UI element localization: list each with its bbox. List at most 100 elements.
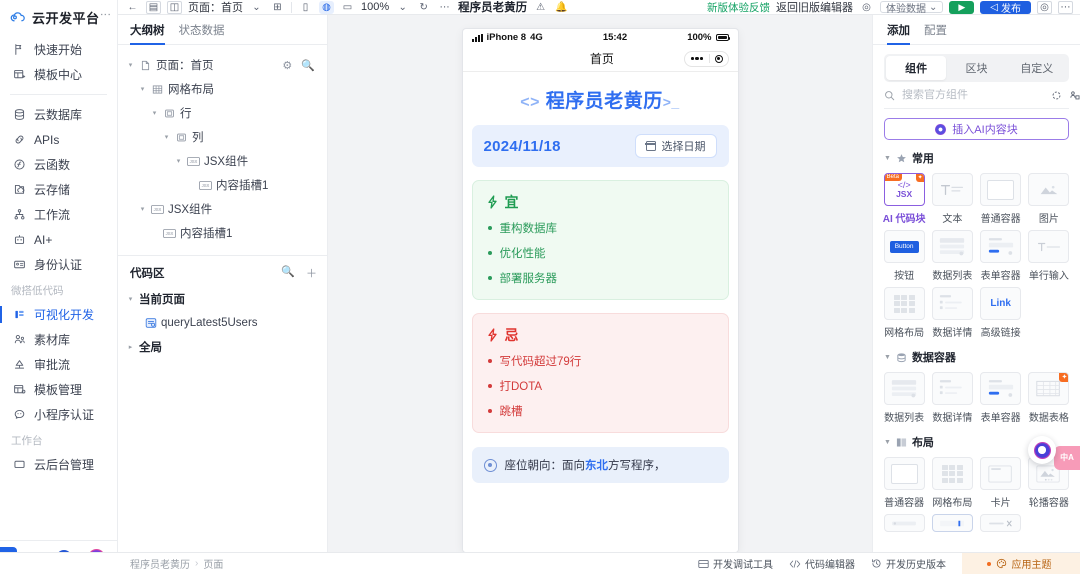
tree-node-content-slot-2[interactable]: ▾ JSX 内容插槽1 xyxy=(118,221,327,245)
tree-node-jsx-component[interactable]: ▾ JSX JSX组件 xyxy=(118,149,327,173)
sidebar-item-identity[interactable]: 身份认证 xyxy=(0,252,117,277)
back-to-old-editor-link[interactable]: 返回旧版编辑器 xyxy=(776,0,853,14)
feedback-link[interactable]: 新版体验反馈 xyxy=(707,0,770,14)
breadcrumb-page[interactable]: 页面 xyxy=(203,556,223,571)
arrow-left-icon[interactable]: ← xyxy=(125,1,140,14)
tree-node-row[interactable]: ▾ 行 xyxy=(118,101,327,125)
chevron-right-icon[interactable]: ▸ xyxy=(126,343,135,351)
segment-custom[interactable]: 自定义 xyxy=(1007,56,1067,80)
tab-config[interactable]: 配置 xyxy=(924,22,947,44)
sidebar-item-quickstart[interactable]: 快速开始 xyxy=(0,37,117,62)
component-button[interactable]: Button 按钮 xyxy=(881,229,927,282)
code-node-query[interactable]: queryLatest5Users xyxy=(118,311,327,335)
experience-data-select[interactable]: 体验数据 ⌄ xyxy=(879,1,944,14)
component-partial-2[interactable] xyxy=(929,513,975,532)
component-manage-icon[interactable] xyxy=(1069,90,1080,101)
component-image[interactable]: 图片 xyxy=(1026,172,1072,225)
component-ai-code-block[interactable]: Beta ✦ </> JSX AI 代码块 xyxy=(881,172,927,225)
component-container[interactable]: 普通容器 xyxy=(978,172,1024,225)
sidebar-item-approval[interactable]: 审批流 xyxy=(0,352,117,377)
sidebar-item-template-center[interactable]: 模板中心 xyxy=(0,62,117,87)
chevron-down-icon[interactable]: ▾ xyxy=(162,133,171,141)
component-partial-3[interactable] xyxy=(978,513,1024,532)
chevron-down-icon[interactable]: ▼ xyxy=(884,155,891,162)
insert-ai-block-button[interactable]: 插入AI内容块 xyxy=(884,118,1069,140)
apply-theme-button[interactable]: 应用主题 xyxy=(962,552,1080,574)
component-card[interactable]: 卡片 xyxy=(978,456,1024,509)
code-node-global[interactable]: ▸ 全局 xyxy=(118,335,327,359)
more-vertical-icon[interactable]: ⋮ xyxy=(99,9,111,20)
search-input[interactable] xyxy=(902,89,1044,101)
more-horizontal-icon[interactable]: ⋯ xyxy=(437,1,452,14)
chevron-down-icon[interactable]: ▾ xyxy=(138,205,147,213)
sidebar-item-workflow[interactable]: 工作流 xyxy=(0,202,117,227)
outline-panel-icon[interactable]: ▤ xyxy=(146,0,161,14)
section-header-common[interactable]: ▼ 常用 xyxy=(873,140,1080,172)
sidebar-item-ai-plus[interactable]: AI+ xyxy=(0,227,117,252)
split-panel-icon[interactable]: ◫ xyxy=(167,0,182,14)
sidebar-item-apis[interactable]: APIs xyxy=(0,127,117,152)
capsule-target-icon[interactable] xyxy=(710,54,728,63)
desktop-preview-icon[interactable]: ▭ xyxy=(340,1,355,14)
sidebar-item-assets[interactable]: 素材库 xyxy=(0,327,117,352)
component-form-container[interactable]: 表单容器 xyxy=(978,229,1024,282)
phone-preview-icon[interactable]: ▯ xyxy=(298,1,313,14)
ai-assistant-orb-icon[interactable] xyxy=(1028,436,1056,464)
tab-outline-tree[interactable]: 大纲树 xyxy=(130,22,165,45)
publish-button[interactable]: ◁ 发布 xyxy=(980,0,1031,14)
sidebar-item-cloud-storage[interactable]: 云存储 xyxy=(0,177,117,202)
component-data-detail[interactable]: 数据详情 xyxy=(929,286,975,339)
component-data-detail-2[interactable]: 数据详情 xyxy=(929,371,975,424)
warning-circle-icon[interactable]: ⚠ xyxy=(533,1,548,14)
more-horizontal-icon[interactable]: ⋯ xyxy=(1058,0,1073,14)
tree-node-grid-layout[interactable]: ▾ 网格布局 xyxy=(118,77,327,101)
tree-root-page[interactable]: ▾ 页面：首页 ⚙ 🔍 xyxy=(118,53,327,77)
tab-state-data[interactable]: 状态数据 xyxy=(179,22,225,44)
sidebar-item-visual-dev[interactable]: 可视化开发 xyxy=(0,302,117,327)
zoom-level[interactable]: 100% xyxy=(361,1,389,13)
translate-icon[interactable]: 中A xyxy=(1054,446,1080,470)
plus-icon[interactable]: ＋ xyxy=(306,265,317,281)
tablet-preview-icon[interactable]: ◍ xyxy=(319,0,334,14)
component-form-container-2[interactable]: 表单容器 xyxy=(978,371,1024,424)
select-date-button[interactable]: 选择日期 xyxy=(634,134,717,158)
component-partial-1[interactable] xyxy=(881,513,927,532)
tree-node-content-slot[interactable]: ▾ JSX 内容插槽1 xyxy=(118,173,327,197)
segment-components[interactable]: 组件 xyxy=(886,56,947,80)
component-data-list-2[interactable]: 数据列表 xyxy=(881,371,927,424)
tree-node-column[interactable]: ▾ 列 xyxy=(118,125,327,149)
component-grid-layout-2[interactable]: 网格布局 xyxy=(929,456,975,509)
segment-blocks[interactable]: 区块 xyxy=(946,56,1006,80)
code-node-current-page[interactable]: ▾ 当前页面 xyxy=(118,287,327,311)
page-selector[interactable]: 页面：首页 xyxy=(188,0,243,14)
notification-icon[interactable]: 🔔 xyxy=(554,1,569,14)
breadcrumb-app[interactable]: 程序员老黄历 xyxy=(130,556,190,571)
component-text[interactable]: 文本 xyxy=(929,172,975,225)
section-header-data-container[interactable]: ▼ 数据容器 xyxy=(873,339,1080,371)
chevron-down-icon[interactable]: ⌄ xyxy=(249,1,264,14)
preview-button[interactable]: ▶ xyxy=(949,0,975,14)
chevron-down-icon[interactable]: ▼ xyxy=(884,439,891,446)
component-advanced-link[interactable]: Link 高级链接 xyxy=(978,286,1024,339)
sidebar-item-template-manage[interactable]: 模板管理 xyxy=(0,377,117,402)
chevron-down-icon[interactable]: ⌄ xyxy=(395,1,410,14)
chevron-down-icon[interactable]: ▾ xyxy=(126,295,135,303)
chevron-down-icon[interactable]: ▾ xyxy=(126,61,135,69)
component-library-scroller[interactable]: ▼ 常用 Beta ✦ </> JSX AI 代码块 文本 普通容器 图片 Bu… xyxy=(873,140,1080,552)
chevron-down-icon[interactable]: ▾ xyxy=(138,85,147,93)
sidebar-item-miniprogram-auth[interactable]: 小程序认证 xyxy=(0,402,117,427)
gear-icon[interactable]: ⚙ xyxy=(282,59,292,72)
debug-tool-button[interactable]: 开发调试工具 xyxy=(698,556,773,571)
chevron-down-icon[interactable]: ▾ xyxy=(174,157,183,165)
sidebar-item-admin-console[interactable]: 云后台管理 xyxy=(0,452,117,477)
circle-refresh-icon[interactable] xyxy=(1051,90,1062,101)
canvas-area[interactable]: iPhone 8 4G 15:42 100% 首页 <> 程序员老黄历>_ 20… xyxy=(328,15,872,552)
user-circle-icon[interactable]: ◎ xyxy=(859,1,874,14)
component-single-line-input[interactable]: 单行输入 xyxy=(1026,229,1072,282)
search-icon[interactable]: 🔍 xyxy=(281,265,295,281)
search-icon[interactable]: 🔍 xyxy=(301,59,315,72)
sidebar-item-cloud-database[interactable]: 云数据库 xyxy=(0,102,117,127)
component-data-table[interactable]: ✦ 数据表格 xyxy=(1026,371,1072,424)
tree-node-jsx-component-2[interactable]: ▾ JSX JSX组件 xyxy=(118,197,327,221)
gear-icon[interactable]: ◎ xyxy=(1037,0,1052,14)
